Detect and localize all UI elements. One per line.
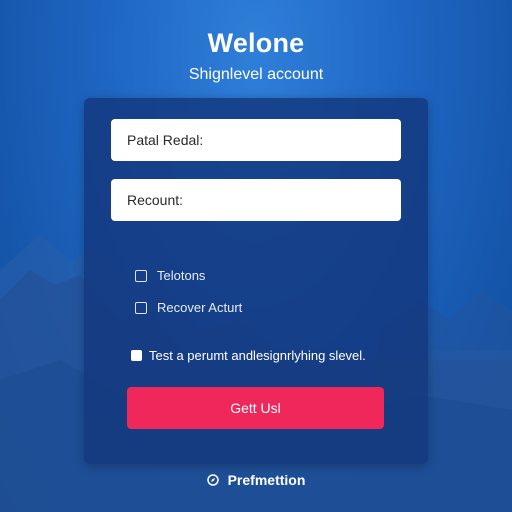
terms-label: Test a perumt andlesignrlyhing slevel.: [149, 348, 366, 363]
telotons-option[interactable]: Telotons: [135, 268, 205, 283]
footer-link[interactable]: Prefmettion: [0, 472, 512, 488]
patal-redal-field[interactable]: Patal Redal:: [111, 119, 401, 161]
terms-checkbox[interactable]: [131, 350, 142, 361]
page-title: Welone: [207, 28, 305, 58]
telotons-checkbox[interactable]: [135, 269, 147, 282]
recover-acturt-option[interactable]: Recover Acturt: [135, 300, 242, 315]
recover-acturt-checkbox[interactable]: [135, 301, 147, 314]
recount-field[interactable]: Recount:: [111, 179, 401, 221]
submit-button[interactable]: Gett Usl: [127, 387, 384, 429]
terms-option[interactable]: Test a perumt andlesignrlyhing slevel.: [131, 348, 366, 363]
compass-icon: [206, 474, 219, 486]
footer-label: Prefmettion: [227, 472, 306, 488]
page-subtitle: Shignlevel account: [188, 66, 324, 83]
telotons-label: Telotons: [157, 268, 206, 283]
recover-acturt-label: Recover Acturt: [157, 300, 243, 315]
field-value: Patal Redal:: [127, 132, 204, 148]
field-value: Recount:: [127, 192, 184, 208]
